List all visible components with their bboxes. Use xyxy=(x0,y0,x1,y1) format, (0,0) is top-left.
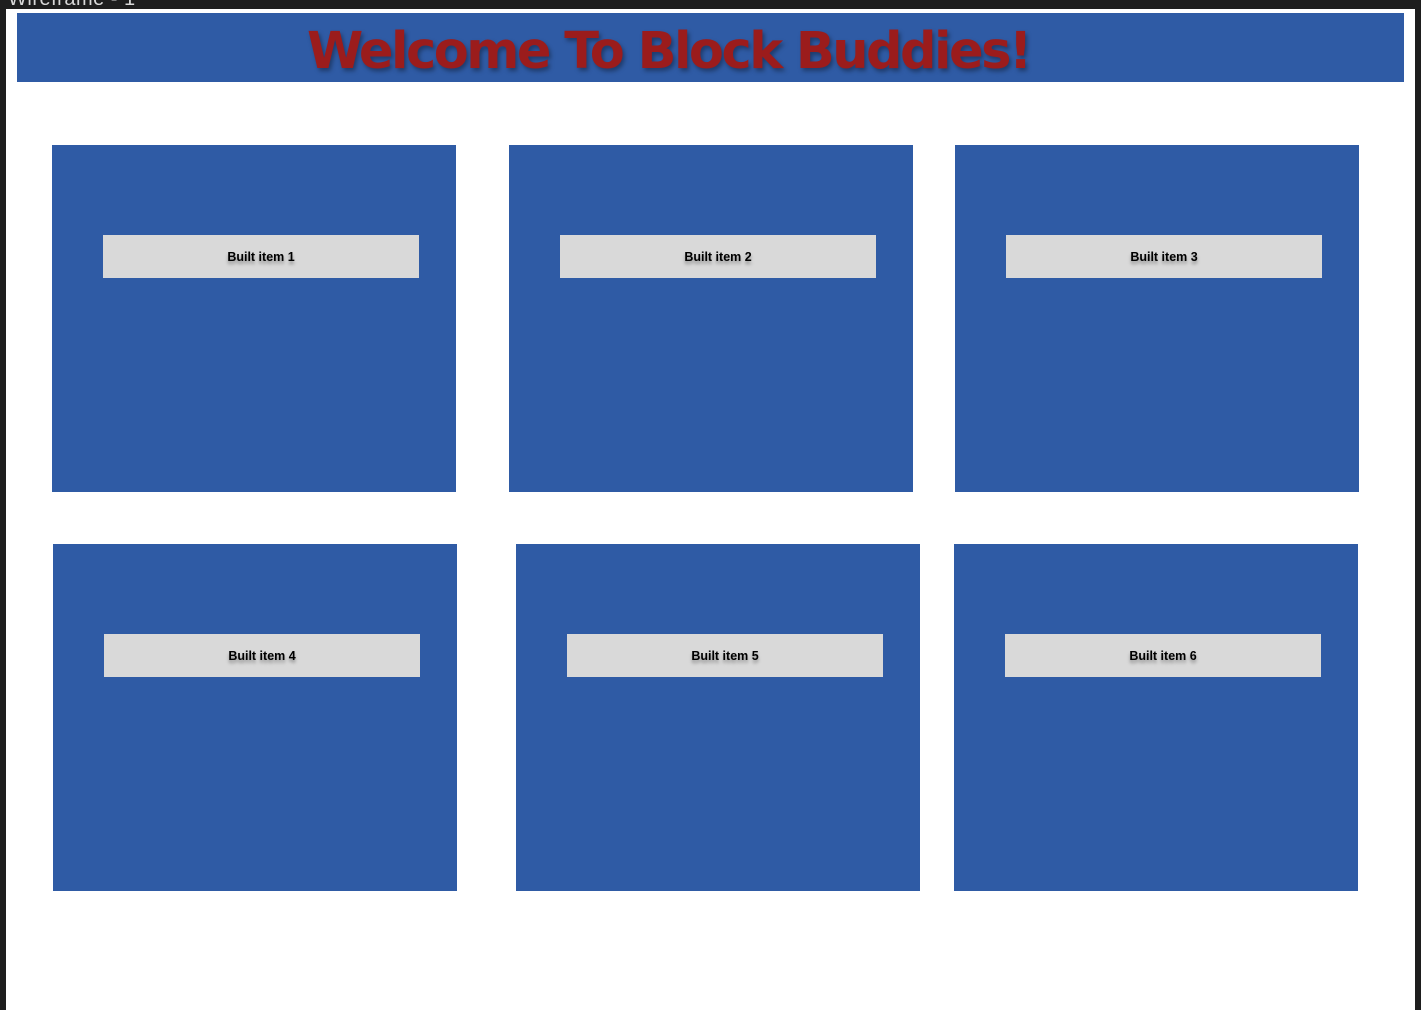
built-item-4-button[interactable]: Built item 4 xyxy=(104,634,420,677)
built-item-6-button[interactable]: Built item 6 xyxy=(1005,634,1321,677)
wireframe-canvas: Welcome To Block Buddies! Built item 1 B… xyxy=(6,9,1415,1010)
header-banner: Welcome To Block Buddies! xyxy=(17,13,1404,82)
page-title: Welcome To Block Buddies! xyxy=(307,22,1032,81)
block-card-1: Built item 1 xyxy=(52,145,456,492)
built-item-2-button[interactable]: Built item 2 xyxy=(560,235,876,278)
block-card-5: Built item 5 xyxy=(516,544,920,891)
block-card-6: Built item 6 xyxy=(954,544,1358,891)
block-card-4: Built item 4 xyxy=(53,544,457,891)
block-card-2: Built item 2 xyxy=(509,145,913,492)
built-item-5-button[interactable]: Built item 5 xyxy=(567,634,883,677)
built-item-1-button[interactable]: Built item 1 xyxy=(103,235,419,278)
built-item-3-button[interactable]: Built item 3 xyxy=(1006,235,1322,278)
block-card-3: Built item 3 xyxy=(955,145,1359,492)
